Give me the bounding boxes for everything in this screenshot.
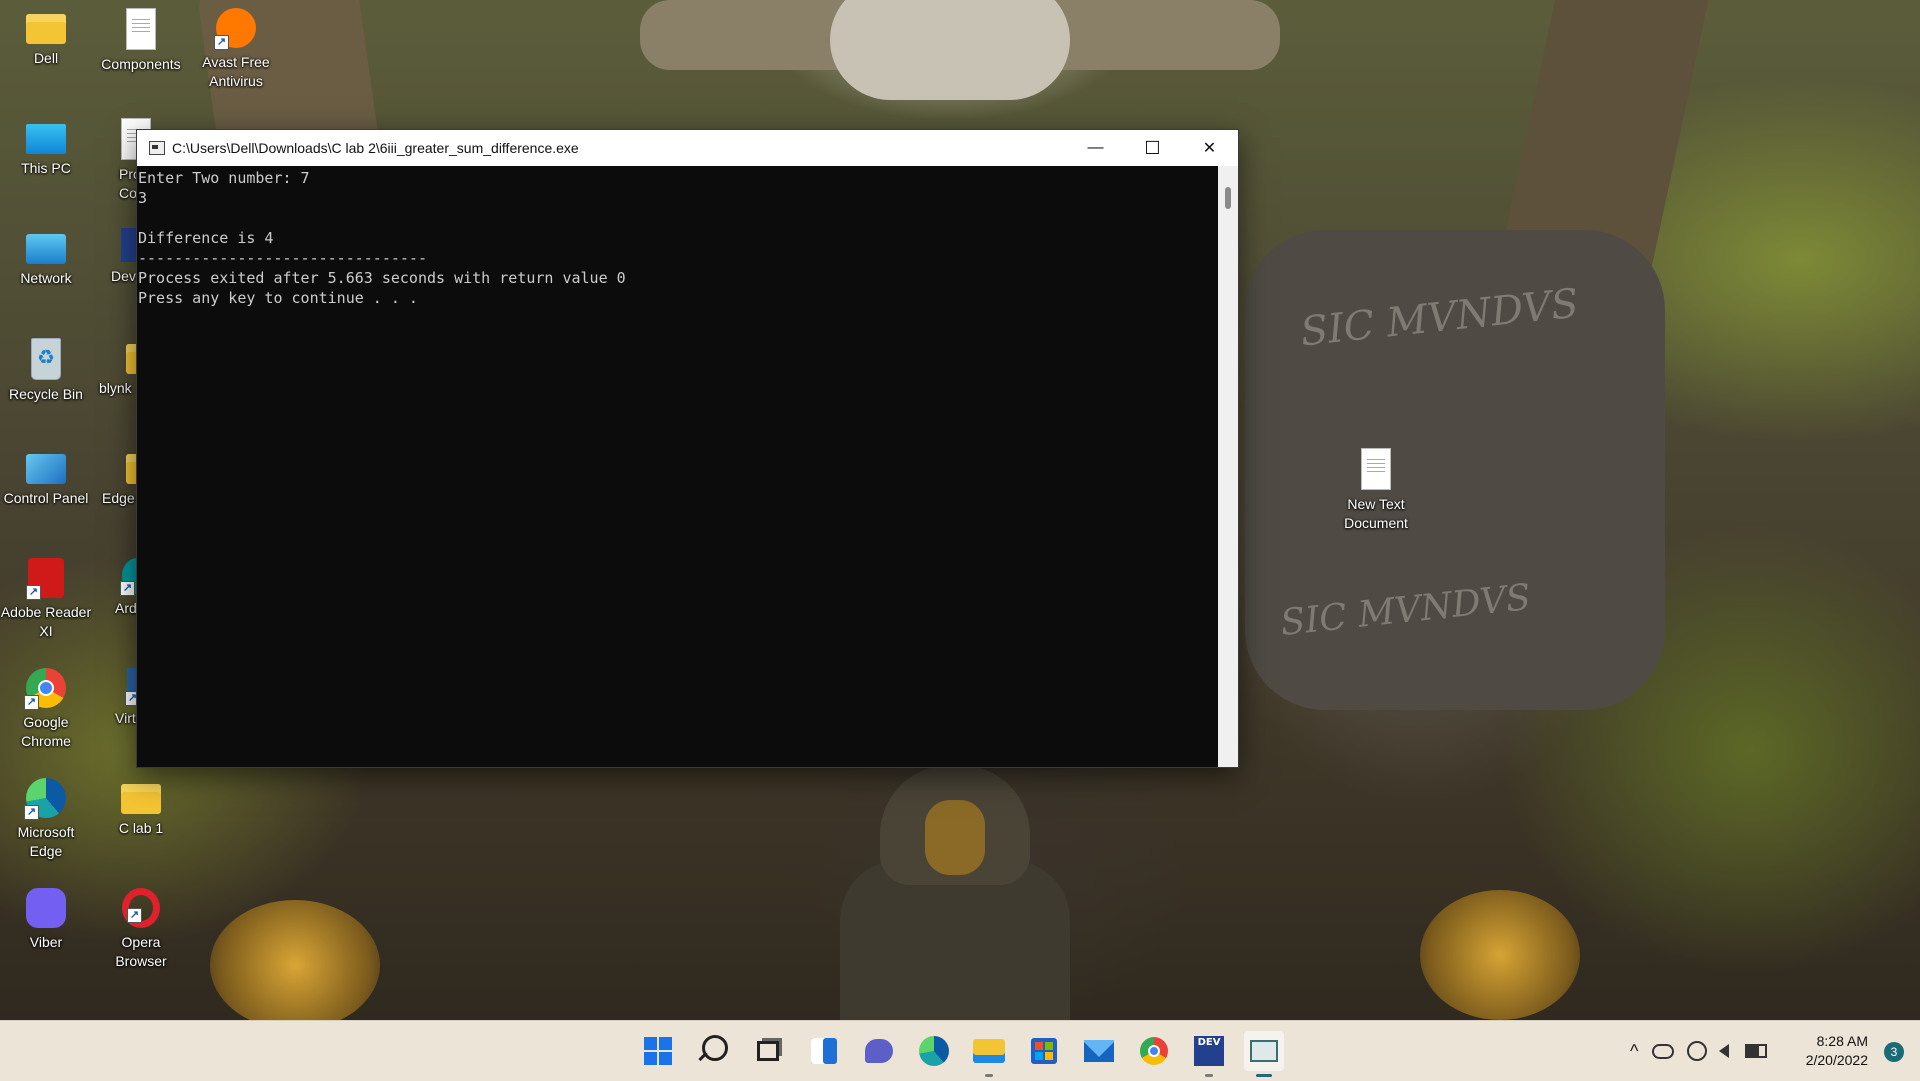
desktop-icon-adobe-reader[interactable]: ↗ Adobe Reader XI	[0, 558, 92, 641]
desktop-icon-label: Components	[101, 56, 181, 72]
widgets-button[interactable]	[804, 1031, 844, 1071]
window-titlebar[interactable]: C:\Users\Dell\Downloads\C lab 2\6iii_gre…	[137, 130, 1238, 166]
clock-date: 2/20/2022	[1805, 1052, 1868, 1068]
shortcut-arrow-icon: ↗	[24, 695, 39, 710]
desktop-icon-label: Opera Browser	[115, 934, 167, 969]
store-button[interactable]	[1024, 1031, 1064, 1071]
maximize-button[interactable]: ☐	[1124, 130, 1181, 166]
console-icon	[1250, 1040, 1278, 1062]
folder-icon	[973, 1039, 1005, 1063]
chrome-icon	[1140, 1037, 1168, 1065]
desktop-icon-label: Control Panel	[3, 490, 89, 506]
minimize-button[interactable]: —	[1067, 130, 1124, 166]
volume-icon[interactable]	[1719, 1044, 1730, 1058]
avast-icon: ↗	[214, 8, 256, 50]
monitor-icon	[26, 124, 66, 154]
taskbar-clock[interactable]: 8:28 AM 2/20/2022	[1806, 1032, 1868, 1070]
folder-icon	[121, 784, 161, 814]
vertical-scrollbar[interactable]	[1218, 166, 1238, 767]
desktop-icon-viber[interactable]: Viber	[0, 888, 92, 952]
desktop-icon-label: C lab 1	[118, 820, 164, 836]
desktop-icon-control-panel[interactable]: Control Panel	[0, 448, 92, 508]
console-output[interactable]: Enter Two number: 7 3 Difference is 4 --…	[137, 166, 1218, 767]
desktop-icon-label: Dell	[33, 50, 59, 66]
globe-language-icon[interactable]	[1687, 1041, 1708, 1061]
desktop-icon-dell[interactable]: Dell	[0, 8, 92, 68]
desktop-icon-opera[interactable]: ↗ Opera Browser	[95, 888, 187, 971]
search-button[interactable]	[693, 1031, 733, 1071]
shortcut-arrow-icon: ↗	[214, 35, 229, 50]
desktop-icon-label: Viber	[29, 934, 63, 950]
desktop-icon-google-chrome[interactable]: ↗ Google Chrome	[0, 668, 92, 751]
chrome-icon: ↗	[24, 668, 66, 710]
file-explorer-button[interactable]	[969, 1031, 1009, 1077]
show-hidden-icons-chevron[interactable]: ^	[1630, 1041, 1638, 1062]
mail-button[interactable]	[1079, 1031, 1119, 1071]
console-app-button[interactable]	[1244, 1031, 1284, 1077]
console-app-icon	[149, 141, 165, 155]
close-button[interactable]: ✕	[1181, 130, 1238, 166]
store-icon	[1031, 1038, 1057, 1064]
notification-badge[interactable]: 3	[1884, 1042, 1904, 1062]
desktop-icon-label: This PC	[21, 160, 71, 176]
task-view-button[interactable]	[748, 1031, 788, 1071]
taskbar: DEV ^ 8:28 AM 2/20/2022 3	[0, 1020, 1920, 1081]
desktop-icon-network[interactable]: Network	[0, 228, 92, 288]
start-button[interactable]	[638, 1031, 678, 1071]
desktop-icon-recycle-bin[interactable]: ♻ Recycle Bin	[0, 338, 92, 404]
adobe-reader-icon: ↗	[26, 558, 64, 600]
widgets-icon	[811, 1038, 837, 1064]
clock-time: 8:28 AM	[1816, 1033, 1868, 1049]
dev-cpp-button[interactable]: DEV	[1189, 1031, 1229, 1077]
running-indicator	[1205, 1074, 1213, 1077]
desktop-icon-label: Network	[20, 270, 72, 286]
desktop-icon-label: Adobe Reader XI	[0, 604, 92, 639]
desktop-icon-microsoft-edge[interactable]: ↗ Microsoft Edge	[0, 778, 92, 861]
desktop-icon-this-pc[interactable]: This PC	[0, 118, 92, 178]
chat-icon	[865, 1039, 893, 1063]
shortcut-arrow-icon: ↗	[24, 805, 39, 820]
shortcut-arrow-icon: ↗	[26, 585, 41, 600]
windows-logo-icon	[644, 1037, 672, 1065]
opera-icon: ↗	[122, 888, 160, 928]
desktop-icon-label: Recycle Bin	[9, 386, 83, 402]
edge-icon	[919, 1036, 949, 1066]
cloud-sync-icon[interactable]	[1652, 1043, 1675, 1059]
desktop-icon-c-lab-1[interactable]: C lab 1	[95, 778, 187, 838]
teams-chat-button[interactable]	[859, 1031, 899, 1071]
text-document-icon	[126, 8, 156, 50]
text-document-icon	[1361, 448, 1391, 490]
desktop-icon-avast[interactable]: ↗ Avast Free Antivirus	[190, 8, 282, 91]
task-view-icon	[757, 1041, 779, 1061]
mail-icon	[1084, 1040, 1114, 1062]
shortcut-arrow-icon: ↗	[120, 581, 135, 596]
control-panel-icon	[26, 454, 66, 484]
system-tray: ^	[1630, 1021, 1768, 1081]
viber-icon	[26, 888, 66, 928]
desktop-icon-label: Google Chrome	[21, 714, 71, 749]
active-indicator	[1256, 1074, 1272, 1077]
shortcut-arrow-icon: ↗	[127, 908, 142, 923]
search-icon	[698, 1035, 728, 1062]
scrollbar-thumb[interactable]	[1225, 187, 1231, 209]
desktop-icon-components[interactable]: Components	[95, 8, 187, 74]
desktop-icon-new-text-document[interactable]: New Text Document	[1330, 448, 1422, 533]
recycle-bin-icon: ♻	[31, 338, 61, 380]
desktop-icon-label: New Text Document	[1344, 496, 1408, 531]
console-window[interactable]: C:\Users\Dell\Downloads\C lab 2\6iii_gre…	[136, 129, 1239, 768]
window-title: C:\Users\Dell\Downloads\C lab 2\6iii_gre…	[172, 140, 579, 156]
chrome-button[interactable]	[1134, 1031, 1174, 1071]
edge-button[interactable]	[914, 1031, 954, 1071]
edge-icon: ↗	[24, 778, 66, 820]
desktop-icon-label: Microsoft Edge	[17, 824, 75, 859]
dev-cpp-icon: DEV	[1194, 1036, 1224, 1066]
folder-icon	[26, 14, 66, 44]
network-icon	[26, 234, 66, 264]
desktop-icon-label: Avast Free Antivirus	[202, 54, 270, 89]
running-indicator	[985, 1074, 993, 1077]
battery-icon[interactable]	[1745, 1044, 1768, 1058]
